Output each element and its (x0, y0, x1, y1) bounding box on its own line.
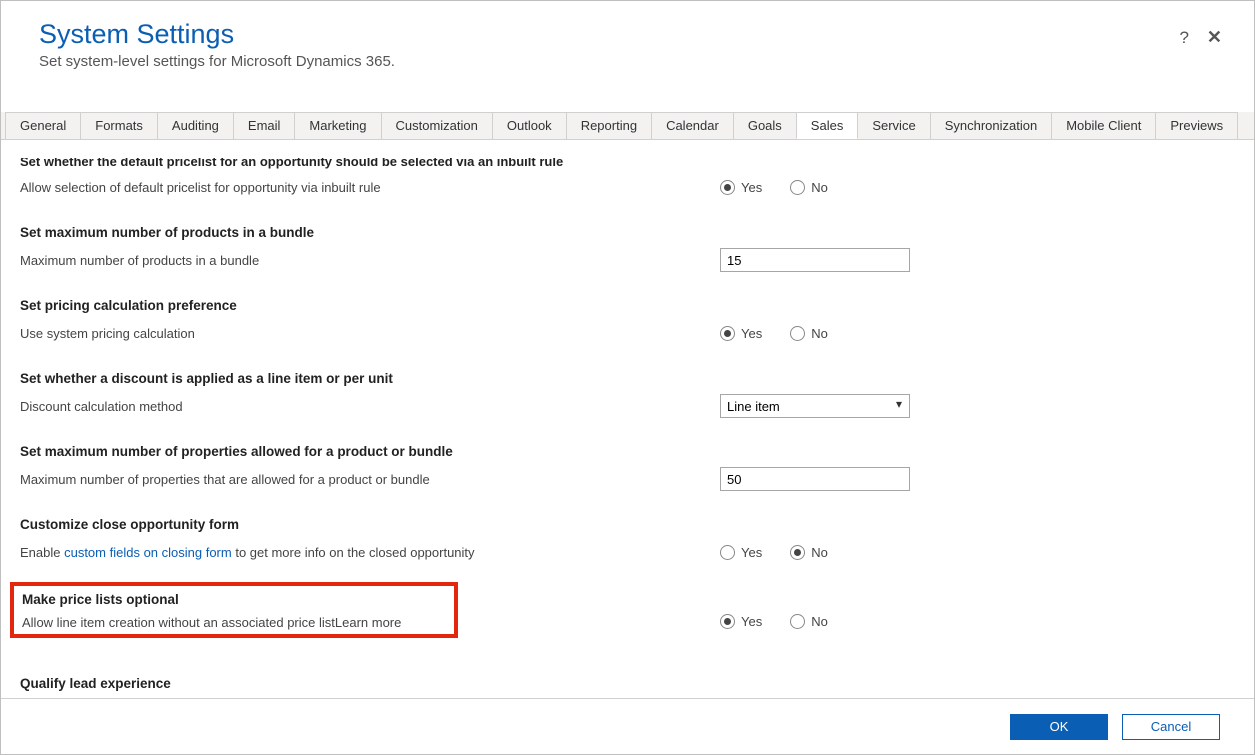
label-discount-method: Discount calculation method (20, 399, 720, 414)
tab-outlook[interactable]: Outlook (492, 112, 567, 139)
radio-circle-icon (790, 326, 805, 341)
tab-synchronization[interactable]: Synchronization (930, 112, 1053, 139)
radio-price-lists-optional-no[interactable]: No (790, 614, 828, 629)
section-heading-price-lists-optional: Make price lists optional (22, 592, 446, 607)
input-max-bundle[interactable] (720, 248, 910, 272)
page-title: System Settings (39, 19, 1224, 50)
radio-dot-icon (720, 180, 735, 195)
label-max-props: Maximum number of properties that are al… (20, 472, 720, 487)
section-heading-pricing-pref: Set pricing calculation preference (20, 298, 1235, 313)
tab-previews[interactable]: Previews (1155, 112, 1238, 139)
tab-formats[interactable]: Formats (80, 112, 158, 139)
tab-service[interactable]: Service (857, 112, 930, 139)
radio-default-pricelist-yes[interactable]: Yes (720, 180, 762, 195)
radio-circle-icon (790, 180, 805, 195)
radio-default-pricelist-no[interactable]: No (790, 180, 828, 195)
link-learn-more-price-lists[interactable]: Learn more (335, 615, 401, 630)
section-heading-max-bundle: Set maximum number of products in a bund… (20, 225, 1235, 240)
label-pricing-pref: Use system pricing calculation (20, 326, 720, 341)
tab-marketing[interactable]: Marketing (294, 112, 381, 139)
label-close-opp: Enable custom fields on closing form to … (20, 545, 720, 560)
tab-goals[interactable]: Goals (733, 112, 797, 139)
section-heading-qualify-lead: Qualify lead experience (20, 676, 1235, 691)
radio-pricing-no[interactable]: No (790, 326, 828, 341)
radio-close-opp-yes[interactable]: Yes (720, 545, 762, 560)
help-icon[interactable]: ? (1179, 28, 1188, 48)
dialog-header: System Settings Set system-level setting… (1, 1, 1254, 78)
tab-customization[interactable]: Customization (381, 112, 493, 139)
label-price-lists-optional: Allow line item creation without an asso… (22, 615, 446, 630)
close-icon[interactable]: ✕ (1207, 27, 1222, 48)
settings-panel[interactable]: Set whether the default pricelist for an… (2, 158, 1253, 696)
highlight-make-price-lists-optional: Make price lists optional Allow line ite… (10, 582, 458, 638)
section-heading-discount: Set whether a discount is applied as a l… (20, 371, 1235, 386)
label-default-pricelist: Allow selection of default pricelist for… (20, 180, 720, 195)
tab-calendar[interactable]: Calendar (651, 112, 734, 139)
radio-dot-icon (720, 614, 735, 629)
input-max-props[interactable] (720, 467, 910, 491)
section-heading-close-opp: Customize close opportunity form (20, 517, 1235, 532)
page-subtitle: Set system-level settings for Microsoft … (39, 53, 1224, 70)
tab-reporting[interactable]: Reporting (566, 112, 652, 139)
radio-pricing-yes[interactable]: Yes (720, 326, 762, 341)
radio-dot-icon (720, 326, 735, 341)
tab-general[interactable]: General (5, 112, 81, 139)
tab-mobile-client[interactable]: Mobile Client (1051, 112, 1156, 139)
section-heading-default-pricelist: Set whether the default pricelist for an… (20, 158, 1235, 169)
radio-circle-icon (790, 614, 805, 629)
radio-close-opp-no[interactable]: No (790, 545, 828, 560)
tab-email[interactable]: Email (233, 112, 296, 139)
radio-price-lists-optional-yes[interactable]: Yes (720, 614, 762, 629)
select-discount-method[interactable]: Line item (720, 394, 910, 418)
radio-dot-icon (790, 545, 805, 560)
link-custom-fields-closing-form[interactable]: custom fields on closing form (64, 545, 232, 560)
cancel-button[interactable]: Cancel (1122, 714, 1220, 740)
tab-sales[interactable]: Sales (796, 112, 859, 139)
tab-bar: General Formats Auditing Email Marketing… (1, 112, 1254, 140)
label-max-bundle: Maximum number of products in a bundle (20, 253, 720, 268)
ok-button[interactable]: OK (1010, 714, 1108, 740)
section-heading-max-props: Set maximum number of properties allowed… (20, 444, 1235, 459)
dialog-footer: OK Cancel (1, 698, 1254, 754)
radio-circle-icon (720, 545, 735, 560)
tab-auditing[interactable]: Auditing (157, 112, 234, 139)
